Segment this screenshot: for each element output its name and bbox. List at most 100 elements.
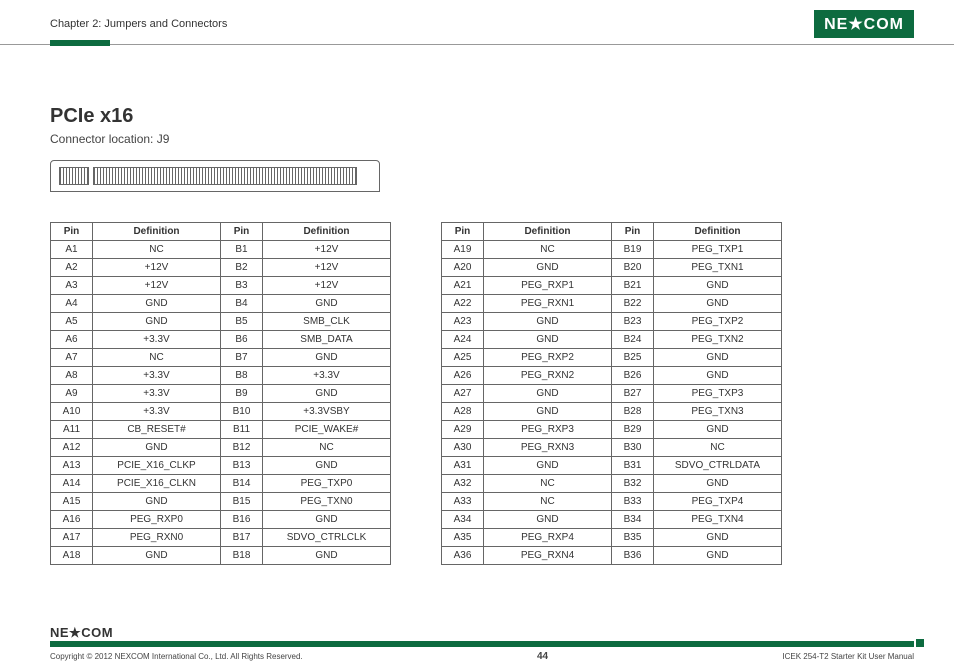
definition-cell: +12V — [93, 259, 221, 277]
page-footer: NE★COM Copyright © 2012 NEXCOM Internati… — [50, 625, 914, 662]
doc-reference: ICEK 254-T2 Starter Kit User Manual — [782, 652, 914, 661]
pin-cell: B4 — [221, 295, 263, 313]
definition-cell: GND — [484, 385, 612, 403]
definition-cell: PEG_TXN1 — [654, 259, 782, 277]
pin-cell: B25 — [612, 349, 654, 367]
pin-cell: A27 — [442, 385, 484, 403]
definition-cell: PEG_TXP0 — [263, 475, 391, 493]
table-row: A12GNDB12NC — [51, 439, 391, 457]
th-pin: Pin — [442, 223, 484, 241]
definition-cell: GND — [93, 439, 221, 457]
copyright-text: Copyright © 2012 NEXCOM International Co… — [50, 652, 303, 661]
pin-cell: A7 — [51, 349, 93, 367]
definition-cell: NC — [263, 439, 391, 457]
table-row: A10+3.3VB10+3.3VSBY — [51, 403, 391, 421]
definition-cell: PEG_RXN3 — [484, 439, 612, 457]
definition-cell: GND — [484, 259, 612, 277]
pin-cell: A9 — [51, 385, 93, 403]
definition-cell: NC — [484, 475, 612, 493]
pin-cell: A16 — [51, 511, 93, 529]
pin-cell: B26 — [612, 367, 654, 385]
pin-cell: B30 — [612, 439, 654, 457]
pin-cell: B32 — [612, 475, 654, 493]
definition-cell: GND — [484, 511, 612, 529]
pin-cell: B3 — [221, 277, 263, 295]
definition-cell: PEG_RXP3 — [484, 421, 612, 439]
pin-cell: B20 — [612, 259, 654, 277]
pin-cell: B7 — [221, 349, 263, 367]
th-definition: Definition — [93, 223, 221, 241]
definition-cell: +3.3V — [93, 367, 221, 385]
table-row: A2+12VB2+12V — [51, 259, 391, 277]
table-row: A19NCB19PEG_TXP1 — [442, 241, 782, 259]
definition-cell: GND — [263, 457, 391, 475]
pin-cell: B5 — [221, 313, 263, 331]
definition-cell: +12V — [263, 259, 391, 277]
pin-cell: A14 — [51, 475, 93, 493]
table-row: A11CB_RESET#B11PCIE_WAKE# — [51, 421, 391, 439]
table-row: A3+12VB3+12V — [51, 277, 391, 295]
table-row: A23GNDB23PEG_TXP2 — [442, 313, 782, 331]
pin-cell: A21 — [442, 277, 484, 295]
pin-cell: B15 — [221, 493, 263, 511]
pin-cell: A30 — [442, 439, 484, 457]
pin-cell: B14 — [221, 475, 263, 493]
definition-cell: +12V — [263, 241, 391, 259]
th-pin: Pin — [51, 223, 93, 241]
definition-cell: GND — [263, 349, 391, 367]
definition-cell: NC — [484, 241, 612, 259]
definition-cell: PEG_TXN0 — [263, 493, 391, 511]
pin-cell: B35 — [612, 529, 654, 547]
definition-cell: GND — [654, 529, 782, 547]
page-header: Chapter 2: Jumpers and Connectors NE★COM — [0, 0, 954, 45]
pin-cell: B31 — [612, 457, 654, 475]
th-pin: Pin — [612, 223, 654, 241]
table-row: A20GNDB20PEG_TXN1 — [442, 259, 782, 277]
pinout-table-2: Pin Definition Pin Definition A19NCB19PE… — [441, 222, 782, 565]
definition-cell: PEG_TXP1 — [654, 241, 782, 259]
table-row: A33NCB33PEG_TXP4 — [442, 493, 782, 511]
table-row: A30PEG_RXN3B30NC — [442, 439, 782, 457]
table-row: A15GNDB15PEG_TXN0 — [51, 493, 391, 511]
table-row: A21PEG_RXP1B21GND — [442, 277, 782, 295]
table-row: A17PEG_RXN0B17SDVO_CTRLCLK — [51, 529, 391, 547]
definition-cell: GND — [484, 313, 612, 331]
definition-cell: PEG_TXP2 — [654, 313, 782, 331]
definition-cell: GND — [654, 547, 782, 565]
pin-cell: B2 — [221, 259, 263, 277]
section-subtitle: Connector location: J9 — [50, 132, 904, 146]
table-row: A1NCB1+12V — [51, 241, 391, 259]
pin-cell: A35 — [442, 529, 484, 547]
pin-cell: A24 — [442, 331, 484, 349]
table-row: A22PEG_RXN1B22GND — [442, 295, 782, 313]
pin-cell: A31 — [442, 457, 484, 475]
pin-cell: A4 — [51, 295, 93, 313]
pin-cell: B24 — [612, 331, 654, 349]
section-title: PCIe x16 — [50, 105, 904, 128]
table-row: A13PCIE_X16_CLKPB13GND — [51, 457, 391, 475]
definition-cell: GND — [484, 331, 612, 349]
pin-cell: B12 — [221, 439, 263, 457]
brand-logo: NE★COM — [814, 10, 914, 38]
definition-cell: +3.3V — [93, 331, 221, 349]
definition-cell: NC — [93, 241, 221, 259]
connector-diagram — [50, 160, 380, 192]
footer-bar — [50, 641, 914, 647]
pin-cell: B22 — [612, 295, 654, 313]
definition-cell: PEG_RXP2 — [484, 349, 612, 367]
pin-cell: A22 — [442, 295, 484, 313]
pin-cell: B1 — [221, 241, 263, 259]
th-pin: Pin — [221, 223, 263, 241]
definition-cell: SMB_DATA — [263, 331, 391, 349]
pin-cell: A12 — [51, 439, 93, 457]
definition-cell: PEG_RXP4 — [484, 529, 612, 547]
footer-row: Copyright © 2012 NEXCOM International Co… — [50, 651, 914, 662]
definition-cell: PEG_TXN4 — [654, 511, 782, 529]
pinout-tables: Pin Definition Pin Definition A1NCB1+12V… — [50, 222, 904, 565]
pin-cell: B17 — [221, 529, 263, 547]
table-header-row: Pin Definition Pin Definition — [442, 223, 782, 241]
definition-cell: PEG_RXP1 — [484, 277, 612, 295]
definition-cell: PCIE_X16_CLKP — [93, 457, 221, 475]
pin-cell: B21 — [612, 277, 654, 295]
chapter-label: Chapter 2: Jumpers and Connectors — [50, 18, 227, 30]
